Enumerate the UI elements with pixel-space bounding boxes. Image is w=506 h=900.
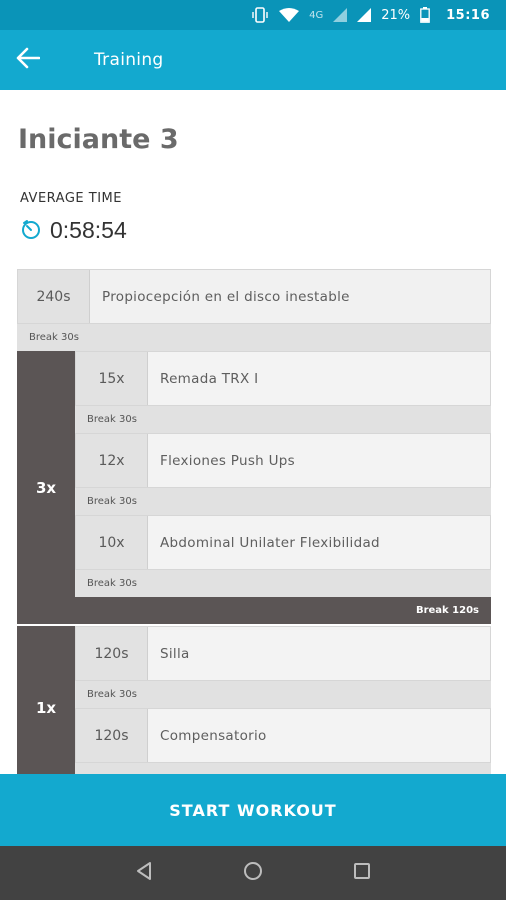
signal-icon (357, 8, 372, 22)
break-label: Break 30s (17, 324, 491, 351)
wifi-icon (279, 7, 300, 23)
exercise-block: 1x 120s Silla Break 30s 120s Compensator… (17, 626, 491, 774)
block-repeat-count: 1x (35, 699, 57, 717)
system-nav-bar (0, 846, 506, 900)
arrow-left-icon (16, 47, 41, 73)
break-label: Break 30s (75, 681, 491, 708)
exercise-quantity: 10x (76, 516, 148, 569)
break-label: Break 30s (75, 406, 491, 433)
app-bar-title: Training (94, 50, 164, 70)
average-time-value: 0:58:54 (50, 217, 127, 243)
circle-home-icon (243, 861, 263, 885)
block-break-label: Break 120s (415, 605, 479, 616)
exercise-name: Remada TRX I (160, 370, 259, 387)
network-type-label: 4G (309, 9, 324, 21)
exercise-name: Abdominal Unilater Flexibilidad (160, 534, 380, 551)
average-time-row: 0:58:54 (20, 217, 127, 244)
battery-percentage: 21% (381, 7, 411, 23)
break-label: Break 30s (75, 488, 491, 515)
exercise-row[interactable]: 120s Silla (75, 626, 491, 681)
exercise-quantity: 120s (76, 627, 148, 680)
triangle-back-icon (135, 861, 153, 885)
page-title: Iniciante 3 (18, 124, 179, 155)
app-bar: Training (0, 30, 506, 90)
nav-back-button[interactable] (124, 853, 164, 893)
workout-plan: 240s Propiocepción en el disco inestable… (17, 269, 491, 774)
average-time-label: AVERAGE TIME (20, 191, 122, 206)
exercise-name: Silla (160, 645, 190, 662)
exercise-quantity: 240s (18, 270, 90, 323)
block-repeat-count: 3x (35, 478, 57, 497)
exercise-row[interactable]: 240s Propiocepción en el disco inestable (17, 269, 491, 324)
square-recents-icon (353, 862, 371, 884)
exercise-block: 3x 15x Remada TRX I Break 30s 12x Flexio… (17, 351, 491, 624)
block-exercises: 15x Remada TRX I Break 30s 12x Flexiones… (75, 351, 491, 624)
back-button[interactable] (0, 30, 56, 90)
exercise-row[interactable]: 10x Abdominal Unilater Flexibilidad (75, 515, 491, 570)
break-label (75, 763, 491, 774)
vibrate-icon (251, 7, 269, 23)
exercise-row[interactable]: 15x Remada TRX I (75, 351, 491, 406)
status-time: 15:16 (446, 7, 490, 23)
signal-icon (333, 8, 348, 22)
exercise-name: Compensatorio (160, 727, 267, 744)
exercise-quantity: 120s (76, 709, 148, 762)
stopwatch-icon (20, 218, 42, 244)
break-label: Break 30s (75, 570, 491, 597)
exercise-quantity: 15x (76, 352, 148, 405)
block-exercises: 120s Silla Break 30s 120s Compensatorio (75, 626, 491, 774)
content-scroll[interactable]: Iniciante 3 AVERAGE TIME 0:58:54 240s Pr… (0, 90, 506, 774)
battery-icon (420, 7, 430, 23)
status-bar: 4G 21% 15:16 (0, 0, 506, 30)
nav-recents-button[interactable] (342, 853, 382, 893)
exercise-row[interactable]: 120s Compensatorio (75, 708, 491, 763)
exercise-quantity: 12x (76, 434, 148, 487)
exercise-name: Flexiones Push Ups (160, 452, 295, 469)
start-workout-button[interactable]: START WORKOUT (0, 774, 506, 846)
nav-home-button[interactable] (233, 853, 273, 893)
exercise-row[interactable]: 12x Flexiones Push Ups (75, 433, 491, 488)
exercise-name: Propiocepción en el disco inestable (102, 288, 350, 305)
